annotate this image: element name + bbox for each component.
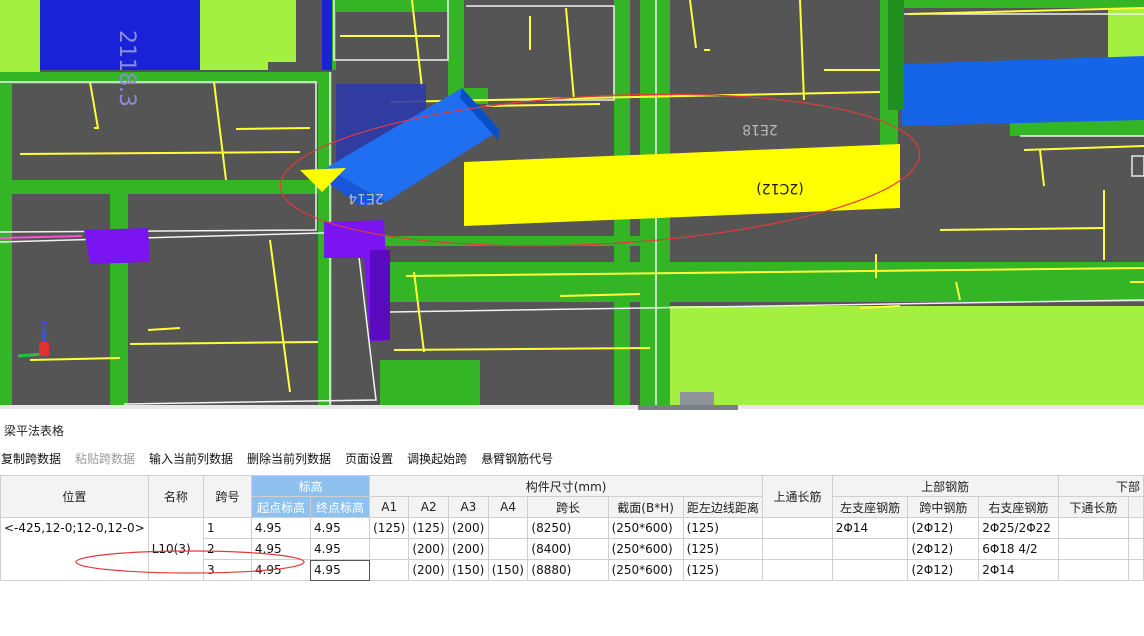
a1-cell[interactable] xyxy=(369,538,410,560)
a4-cell[interactable] xyxy=(487,517,529,539)
delete-column-button[interactable]: 删除当前列数据 xyxy=(240,448,338,470)
header-section[interactable]: 截面(B*H) xyxy=(607,496,684,518)
copy-span-button[interactable]: 复制跨数据 xyxy=(0,448,68,470)
header-start-elevation[interactable]: 起点标高 xyxy=(250,496,311,518)
edge-distance-cell[interactable]: (125) xyxy=(682,538,764,560)
start-elevation-cell[interactable]: 4.95 xyxy=(250,538,311,560)
beam-label-2c12: (2C12) xyxy=(756,180,803,196)
section-cell[interactable]: (250*600) xyxy=(607,559,684,581)
panel-splitter[interactable] xyxy=(0,405,1144,409)
right-support-cell[interactable]: 2Φ25/2Φ22 xyxy=(978,517,1059,539)
a2-cell[interactable]: (125) xyxy=(408,517,450,539)
a3-cell[interactable]: (200) xyxy=(448,538,489,560)
a1-cell[interactable] xyxy=(369,559,410,581)
a4-cell[interactable]: (150) xyxy=(487,559,529,581)
end-elevation-cell[interactable]: 4.95 xyxy=(309,517,371,539)
overflow-cell xyxy=(1128,517,1144,539)
header-overflow xyxy=(1128,496,1144,518)
axis-z-label: Z xyxy=(40,320,48,333)
3d-viewport[interactable]: 2118.3 (2C12) 2E18 2E14 Z Y xyxy=(0,0,1144,408)
header-a1[interactable]: A1 xyxy=(369,496,410,518)
span-length-cell[interactable]: (8250) xyxy=(527,517,609,539)
a4-cell[interactable] xyxy=(487,538,529,560)
mid-span-cell[interactable]: (2Φ12) xyxy=(907,559,980,581)
a2-cell[interactable]: (200) xyxy=(408,538,450,560)
mid-span-cell[interactable]: (2Φ12) xyxy=(907,517,980,539)
a1-cell[interactable]: (125) xyxy=(369,517,410,539)
top-through-cell[interactable] xyxy=(762,517,833,539)
header-end-elevation[interactable]: 终点标高 xyxy=(309,496,371,518)
header-a4[interactable]: A4 xyxy=(487,496,529,518)
bottom-through-cell[interactable] xyxy=(1057,559,1130,581)
header-name[interactable]: 名称 xyxy=(147,475,205,518)
paste-span-button[interactable]: 粘贴跨数据 xyxy=(68,448,142,470)
header-top-through[interactable]: 上通长筋 xyxy=(762,475,833,518)
right-support-cell[interactable]: 2Φ14 xyxy=(978,559,1059,581)
table-toolbar: 复制跨数据 粘贴跨数据 输入当前列数据 删除当前列数据 页面设置 调换起始跨 悬… xyxy=(0,448,560,470)
span-cell[interactable]: 1 xyxy=(203,517,252,539)
header-mid-span[interactable]: 跨中钢筋 xyxy=(907,496,980,518)
cantilever-code-button[interactable]: 悬臂钢筋代号 xyxy=(474,448,560,470)
header-span[interactable]: 跨号 xyxy=(203,475,252,518)
left-support-cell[interactable] xyxy=(831,559,909,581)
edge-distance-cell[interactable]: (125) xyxy=(682,559,764,581)
header-dimensions-group[interactable]: 构件尺寸(mm) xyxy=(369,475,764,497)
header-edge-distance[interactable]: 距左边线距离 xyxy=(682,496,764,518)
beam-label-2e18: 2E18 xyxy=(742,121,778,137)
header-span-length[interactable]: 跨长 xyxy=(527,496,609,518)
span-cell[interactable]: 2 xyxy=(203,538,252,560)
a3-cell[interactable]: (200) xyxy=(448,517,489,539)
beam-label-2e14: 2E14 xyxy=(348,190,384,206)
input-column-button[interactable]: 输入当前列数据 xyxy=(142,448,240,470)
blue-wall-label: 2118.3 xyxy=(114,30,139,107)
top-through-cell[interactable] xyxy=(762,559,833,581)
edge-distance-cell[interactable]: (125) xyxy=(682,517,764,539)
splitter-handle[interactable] xyxy=(638,405,738,410)
header-left-support[interactable]: 左支座钢筋 xyxy=(831,496,909,518)
end-elevation-cell-selected[interactable]: 4.95 xyxy=(309,559,371,581)
start-elevation-cell[interactable]: 4.95 xyxy=(250,517,311,539)
name-cell[interactable]: L10(3) xyxy=(147,517,205,581)
beam-table: 位置 名称 跨号 标高 构件尺寸(mm) 上通长筋 上部钢筋 下部 起点标高 终… xyxy=(0,475,1144,581)
section-cell[interactable]: (250*600) xyxy=(607,517,684,539)
end-elevation-cell[interactable]: 4.95 xyxy=(309,538,371,560)
a2-cell[interactable]: (200) xyxy=(408,559,450,581)
a3-cell[interactable]: (150) xyxy=(448,559,489,581)
panel-title: 梁平法表格 xyxy=(4,424,65,438)
span-length-cell[interactable]: (8400) xyxy=(527,538,609,560)
right-support-cell[interactable]: 6Φ18 4/2 xyxy=(978,538,1059,560)
header-bottom-rebar-group[interactable]: 下部 xyxy=(1057,475,1144,497)
overflow-cell xyxy=(1128,538,1144,560)
section-cell[interactable]: (250*600) xyxy=(607,538,684,560)
left-support-cell[interactable] xyxy=(831,538,909,560)
header-a3[interactable]: A3 xyxy=(448,496,489,518)
header-position[interactable]: 位置 xyxy=(0,475,149,518)
start-elevation-cell[interactable]: 4.95 xyxy=(250,559,311,581)
span-length-cell[interactable]: (8880) xyxy=(527,559,609,581)
swap-start-span-button[interactable]: 调换起始跨 xyxy=(400,448,474,470)
bottom-through-cell[interactable] xyxy=(1057,538,1130,560)
span-cell[interactable]: 3 xyxy=(203,559,252,581)
page-setup-button[interactable]: 页面设置 xyxy=(338,448,400,470)
axis-y-label: Y xyxy=(5,350,13,363)
mid-span-cell[interactable]: (2Φ12) xyxy=(907,538,980,560)
beam-table-container[interactable]: 位置 名称 跨号 标高 构件尺寸(mm) 上通长筋 上部钢筋 下部 起点标高 终… xyxy=(0,475,1144,636)
position-cell[interactable]: <-425,12-0;12-0,12-0> xyxy=(0,517,149,581)
model-canvas[interactable]: 2118.3 (2C12) 2E18 2E14 Z Y xyxy=(0,0,1144,408)
header-right-support[interactable]: 右支座钢筋 xyxy=(978,496,1059,518)
header-bottom-through[interactable]: 下通长筋 xyxy=(1057,496,1130,518)
header-top-rebar-group[interactable]: 上部钢筋 xyxy=(831,475,1059,497)
top-through-cell[interactable] xyxy=(762,538,833,560)
header-elevation-group[interactable]: 标高 xyxy=(250,475,371,497)
bottom-through-cell[interactable] xyxy=(1057,517,1130,539)
overflow-cell xyxy=(1128,559,1144,581)
table-row[interactable]: <-425,12-0;12-0,12-0> L10(3) 1 4.95 4.95… xyxy=(0,517,1144,581)
header-a2[interactable]: A2 xyxy=(408,496,450,518)
left-support-cell[interactable]: 2Φ14 xyxy=(831,517,909,539)
